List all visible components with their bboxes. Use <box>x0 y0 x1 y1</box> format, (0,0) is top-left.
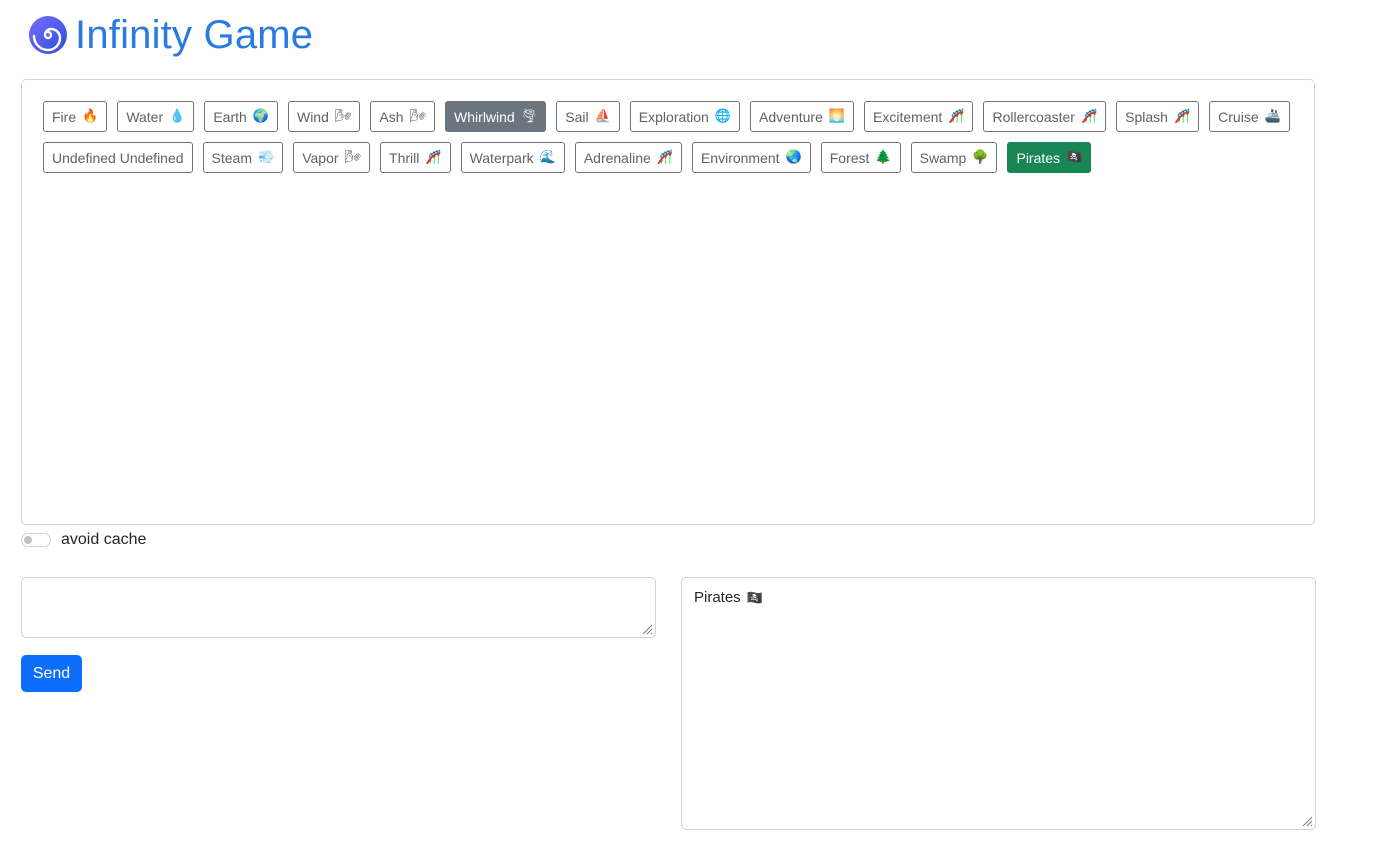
chip-label: Rollercoaster <box>992 108 1075 125</box>
chip-emoji-icon: 🔥 <box>82 109 99 124</box>
chip-emoji-icon: 🌬 <box>334 109 352 124</box>
chip-label: Sail <box>565 108 589 125</box>
chip-label: Fire <box>52 108 77 125</box>
output-textarea[interactable]: Pirates 🏴‍☠️ <box>681 577 1316 830</box>
chip-label: Wind <box>296 108 329 125</box>
chip-emoji-icon: 🏴‍☠️ <box>1066 150 1083 165</box>
chip-emoji-icon: 💧 <box>169 109 186 124</box>
element-chip-sail[interactable]: Sail ⛵ <box>556 101 620 132</box>
chip-emoji-icon: 🎢 <box>1080 109 1098 124</box>
chip-emoji-icon: 💨 <box>258 150 275 165</box>
resize-handle-icon[interactable] <box>641 623 653 635</box>
element-chip-swamp[interactable]: Swamp 🌳 <box>910 142 998 173</box>
chip-label: Waterpark <box>469 149 534 166</box>
resize-handle-icon[interactable] <box>1301 815 1313 827</box>
element-chip-vapor[interactable]: Vapor 🌬 <box>293 142 371 173</box>
prompt-textarea[interactable] <box>21 577 656 638</box>
chip-emoji-icon: 🚢 <box>1264 109 1281 124</box>
app-header: Infinity Game <box>27 10 313 60</box>
chip-emoji-icon: 🌬 <box>344 150 362 165</box>
element-board: Fire 🔥 Water 💧 Earth 🌍 Wind 🌬 Ash 🌬 Whirlwind 🌪 Sail… <box>21 79 1315 525</box>
chip-emoji-icon: 🌅 <box>828 109 846 124</box>
element-chip-undefined-undefined[interactable]: Undefined Undefined <box>43 142 193 173</box>
chip-label: Excitement <box>873 108 943 125</box>
avoid-cache-label: avoid cache <box>61 531 147 548</box>
chip-emoji-icon: 🌍 <box>252 109 269 124</box>
element-chip-splash[interactable]: Splash 🎢 <box>1116 101 1200 132</box>
chip-emoji-icon: 🌏 <box>785 150 802 165</box>
element-chip-rollercoaster[interactable]: Rollercoaster 🎢 <box>983 101 1107 132</box>
chip-emoji-icon: 🎢 <box>656 150 673 165</box>
chip-emoji-icon: 🌬 <box>409 109 427 124</box>
element-chip-earth[interactable]: Earth 🌍 <box>204 101 278 132</box>
element-chip-pirates[interactable]: Pirates 🏴‍☠️ <box>1007 142 1092 173</box>
chip-label: Adrenaline <box>583 149 651 166</box>
chip-label: Ash <box>379 108 404 125</box>
chip-label: Environment <box>700 149 780 166</box>
output-text: Pirates <box>694 589 741 606</box>
element-chip-adrenaline[interactable]: Adrenaline 🎢 <box>574 142 682 173</box>
chip-label: Forest <box>829 149 870 166</box>
element-chip-excitement[interactable]: Excitement 🎢 <box>864 101 974 132</box>
chip-label: Earth <box>213 108 247 125</box>
avoid-cache-switch[interactable] <box>21 533 51 547</box>
pirate-flag-icon: 🏴‍☠️ <box>746 591 763 606</box>
element-chip-steam[interactable]: Steam 💨 <box>202 142 284 173</box>
send-button[interactable]: Send <box>21 655 82 692</box>
chip-emoji-icon: 🎢 <box>948 109 965 124</box>
chip-label: Exploration <box>638 108 709 125</box>
element-chip-adventure[interactable]: Adventure 🌅 <box>750 101 855 132</box>
chip-label: Pirates <box>1016 149 1061 166</box>
switch-knob <box>24 536 32 544</box>
element-chip-exploration[interactable]: Exploration 🌐 <box>629 101 741 132</box>
element-chip-list: Fire 🔥 Water 💧 Earth 🌍 Wind 🌬 Ash 🌬 Whirlwind 🌪 Sail… <box>43 101 1298 173</box>
page-title: Infinity Game <box>75 13 314 57</box>
chip-label: Steam <box>211 149 253 166</box>
chip-label: Whirlwind <box>454 108 515 125</box>
chip-label: Adventure <box>759 108 823 125</box>
element-chip-ash[interactable]: Ash 🌬 <box>370 101 436 132</box>
chip-emoji-icon: 🌐 <box>714 109 732 124</box>
chip-label: Splash <box>1125 108 1168 125</box>
element-chip-thrill[interactable]: Thrill 🎢 <box>380 142 451 173</box>
element-chip-water[interactable]: Water 💧 <box>117 101 195 132</box>
element-chip-cruise[interactable]: Cruise 🚢 <box>1209 101 1290 132</box>
chip-label: Swamp <box>919 149 967 166</box>
element-chip-whirlwind[interactable]: Whirlwind 🌪 <box>445 101 547 132</box>
chip-emoji-icon: 🎢 <box>1173 109 1191 124</box>
chip-label: Undefined Undefined <box>52 149 184 166</box>
element-chip-fire[interactable]: Fire 🔥 <box>43 101 108 132</box>
chip-emoji-icon: 🎢 <box>425 150 442 165</box>
element-chip-environment[interactable]: Environment 🌏 <box>691 142 811 173</box>
chip-label: Water <box>126 108 164 125</box>
chip-label: Cruise <box>1218 108 1259 125</box>
element-chip-waterpark[interactable]: Waterpark 🌊 <box>460 142 565 173</box>
chip-emoji-icon: 🌲 <box>875 150 892 165</box>
chip-emoji-icon: ⛵ <box>594 109 611 124</box>
element-chip-wind[interactable]: Wind 🌬 <box>287 101 361 132</box>
element-chip-forest[interactable]: Forest 🌲 <box>820 142 901 173</box>
chip-emoji-icon: 🌳 <box>972 150 989 165</box>
chip-emoji-icon: 🌊 <box>539 150 556 165</box>
chip-label: Vapor <box>302 149 339 166</box>
chip-emoji-icon: 🌪 <box>520 109 538 124</box>
chip-label: Thrill <box>389 149 420 166</box>
avoid-cache-toggle-row: avoid cache <box>21 529 146 551</box>
spiral-icon <box>29 16 67 54</box>
